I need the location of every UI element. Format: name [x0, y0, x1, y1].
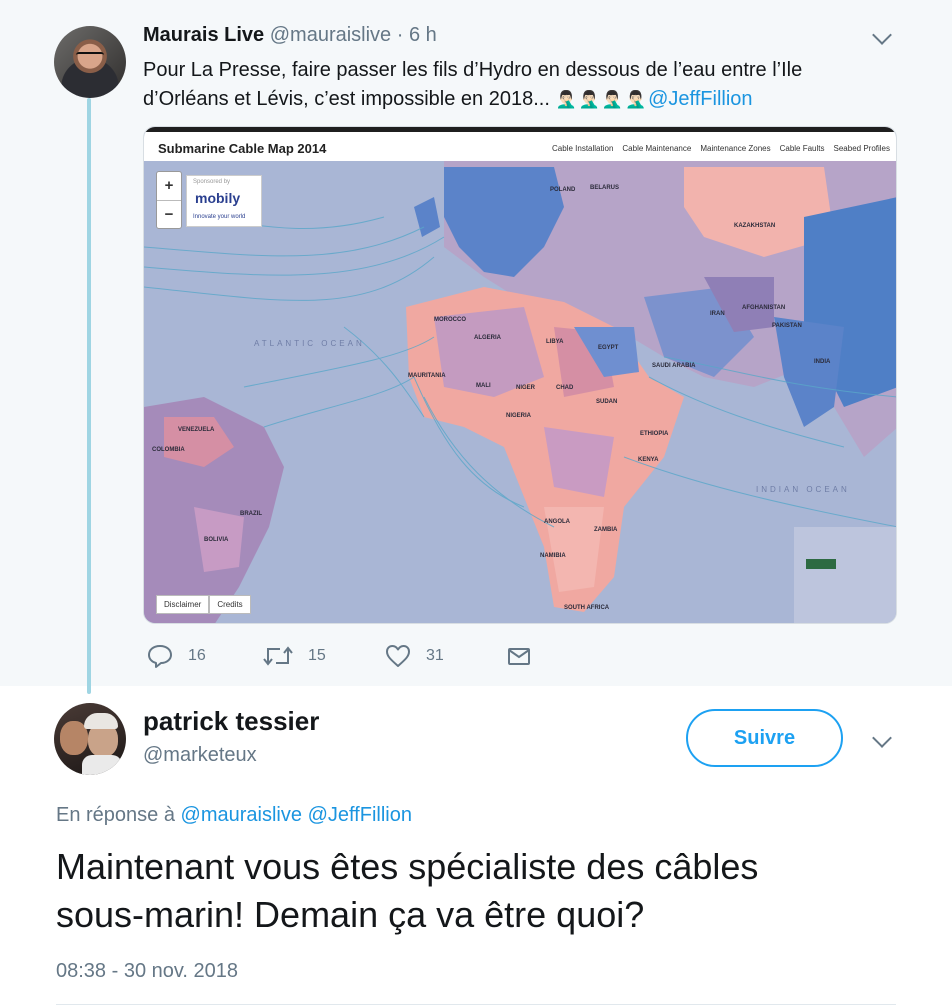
mention-link[interactable]: @JeffFillion [648, 88, 752, 110]
facepalm-emoji: 🤦🏻‍♂️🤦🏻‍♂️🤦🏻‍♂️🤦🏻‍♂️ [555, 90, 649, 109]
country-label: EGYPT [598, 345, 619, 351]
country-label: BOLIVIA [204, 537, 229, 543]
map-nav-item[interactable]: Seabed Profiles [834, 144, 890, 153]
map-zoom-control: + − [156, 171, 182, 229]
zoom-out-button[interactable]: − [157, 200, 181, 228]
tweet-text-line1: Maintenant vous êtes spécialiste des câb… [56, 846, 759, 887]
map-nav-item[interactable]: Cable Maintenance [622, 144, 691, 153]
tweet-text-line2: d’Orléans et Lévis, c’est impossible en … [143, 88, 550, 110]
country-label: COLOMBIA [152, 447, 185, 453]
direct-message-action[interactable] [506, 643, 532, 669]
avatar-cap [84, 713, 118, 729]
separator-dot: · [396, 24, 404, 46]
mention-link[interactable]: @mauraislive [181, 804, 302, 826]
reply-icon [148, 645, 172, 668]
reply-context: En réponse à @mauraislive @JeffFillion [56, 804, 412, 827]
heart-icon [386, 645, 410, 667]
country-label: BRAZIL [240, 511, 262, 517]
country-label: NIGERIA [506, 413, 532, 419]
avatar-shirt [82, 755, 122, 775]
avatar[interactable] [54, 26, 126, 98]
country-label: BELARUS [590, 185, 620, 191]
country-label: VENEZUELA [178, 427, 215, 433]
sponsor-logo: mobily [195, 190, 241, 206]
avatar-glasses [76, 52, 104, 58]
sponsor-tagline: Innovate your world [193, 214, 246, 220]
map-nav-item[interactable]: Maintenance Zones [700, 144, 770, 153]
country-label: KAZAKHSTAN [734, 223, 776, 229]
country-label: SAUDI ARABIA [652, 363, 696, 369]
country-label: ALGERIA [474, 335, 501, 341]
sponsor-label: Sponsored by [193, 179, 231, 185]
user-handle[interactable]: @mauraislive [270, 24, 391, 46]
country-label: NIGER [516, 385, 536, 391]
user-handle[interactable]: @marketeux [143, 744, 257, 767]
retweet-action[interactable]: 15 [262, 643, 326, 669]
map-title: Submarine Cable Map 2014 [158, 141, 327, 156]
country-label: AFGHANISTAN [742, 305, 786, 311]
tweet-text-line1: Pour La Presse, faire passer les fils d’… [143, 59, 803, 81]
like-count: 31 [426, 647, 444, 664]
reply-prefix: En réponse à [56, 804, 175, 826]
country-label: IRAN [710, 311, 725, 317]
map-footer-buttons: Disclaimer Credits [156, 595, 251, 614]
divider [56, 1004, 896, 1005]
country-label: MOROCCO [434, 317, 466, 323]
reply-count: 16 [188, 647, 206, 664]
display-name[interactable]: Maurais Live [143, 24, 264, 46]
chevron-down-icon[interactable] [872, 728, 892, 748]
sponsor-badge: Sponsored by mobily Innovate your world [186, 175, 262, 227]
ocean-label: ATLANTIC OCEAN [254, 339, 365, 348]
like-action[interactable]: 31 [384, 643, 444, 669]
tweet-text: Pour La Presse, faire passer les fils d’… [143, 56, 903, 114]
chevron-down-icon[interactable] [872, 25, 892, 45]
country-label: MALI [476, 383, 491, 389]
country-label: NAMIBIA [540, 553, 566, 559]
country-label: KENYA [638, 457, 659, 463]
country-label: INDIA [814, 359, 831, 365]
country-label: PAKISTAN [772, 323, 802, 329]
map-nav-item[interactable]: Cable Installation [552, 144, 613, 153]
country-label: CHAD [556, 385, 574, 391]
avatar[interactable] [54, 703, 126, 775]
parent-tweet[interactable]: Maurais Live @mauraislive · 6 h Pour La … [0, 0, 952, 694]
display-name[interactable]: patrick tessier [143, 706, 319, 737]
disclaimer-button[interactable]: Disclaimer [156, 595, 210, 614]
attached-map-image[interactable]: Submarine Cable Map 2014 Cable Installat… [143, 126, 897, 624]
country-label: MAURITANIA [408, 373, 446, 379]
map-nav-item[interactable]: Cable Faults [780, 144, 825, 153]
country-label: ZAMBIA [594, 527, 618, 533]
retweet-count: 15 [308, 647, 326, 664]
ocean-label: INDIAN OCEAN [756, 485, 850, 494]
retweet-icon [263, 646, 293, 666]
tweet-text-line2: sous-marin! Demain ça va être quoi? [56, 894, 645, 935]
reply-action[interactable]: 16 [146, 643, 206, 669]
credits-button[interactable]: Credits [209, 595, 251, 614]
mention-link[interactable]: @JeffFillion [308, 804, 412, 826]
tweet-timestamp[interactable]: 08:38 - 30 nov. 2018 [56, 960, 238, 983]
country-label: POLAND [550, 187, 576, 193]
country-label: LIBYA [546, 339, 564, 345]
map-nav: Cable Installation Cable Maintenance Mai… [552, 144, 890, 153]
country-label: SOUTH AFRICA [564, 605, 610, 611]
tweet-time[interactable]: 6 h [409, 24, 437, 46]
zoom-in-button[interactable]: + [157, 172, 181, 200]
country-label: ETHIOPIA [640, 431, 669, 437]
map-header-bar: Submarine Cable Map 2014 Cable Installat… [144, 127, 896, 161]
country-label: SUDAN [596, 399, 618, 405]
envelope-icon [508, 648, 530, 665]
tweet-header: Maurais Live @mauraislive · 6 h [143, 24, 437, 47]
follow-button[interactable]: Suivre [686, 709, 843, 767]
country-label: ANGOLA [544, 519, 570, 525]
thread-connector-line [87, 98, 91, 694]
tweet-text: Maintenant vous êtes spécialiste des câb… [56, 843, 916, 939]
